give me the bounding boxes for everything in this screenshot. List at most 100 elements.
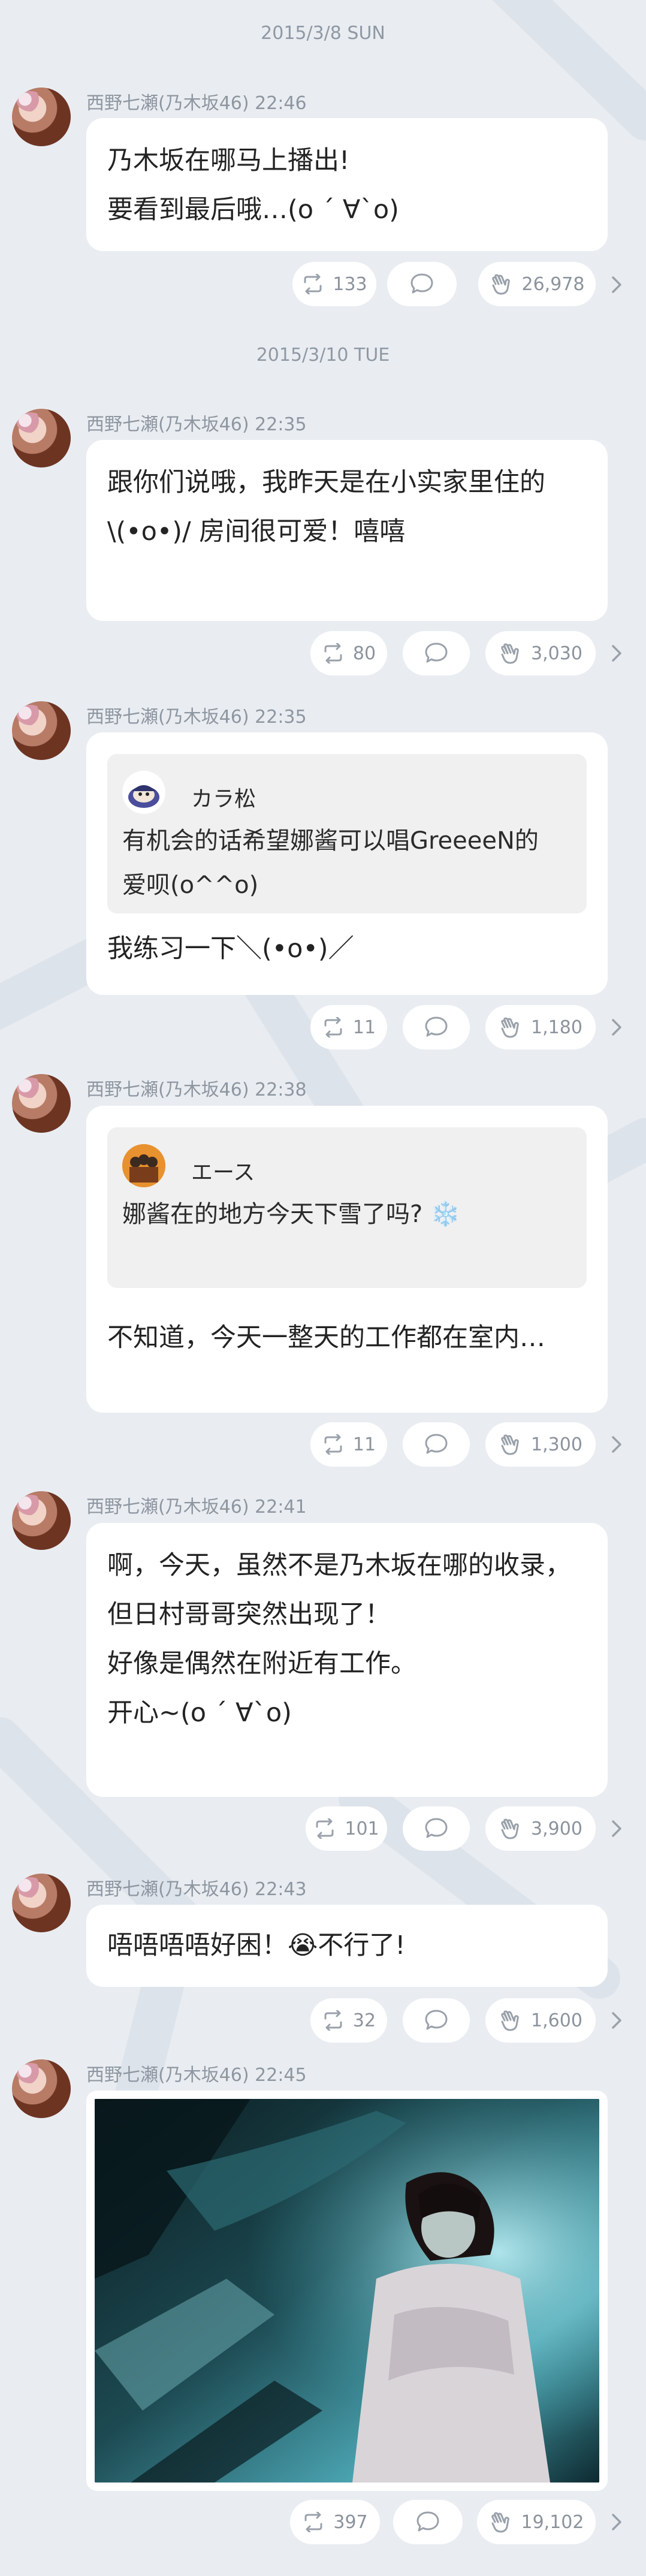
repost-count: 11	[352, 1016, 376, 1038]
avatar[interactable]	[12, 1074, 71, 1133]
repost-button[interactable]: 32	[310, 1998, 387, 2043]
message-line: 好像是偶然在附近有工作。	[107, 1649, 416, 1679]
author-line: 西野七瀬(乃木坂46) 22:41	[86, 1492, 307, 1518]
clap-icon	[501, 1434, 519, 1455]
like-button[interactable]: 1,600	[485, 1998, 596, 2043]
avatar[interactable]	[12, 2059, 71, 2118]
quoted-user-name: エース	[191, 1160, 255, 1185]
message-bubble[interactable]: 乃木坂在哪马上播出! 要看到最后哦…(o ´ ∀`o)	[86, 118, 608, 251]
author-line: 西野七瀬(乃木坂46) 22:38	[86, 1075, 307, 1101]
like-button[interactable]: 3,900	[485, 1806, 596, 1851]
quoted-user-avatar	[122, 771, 165, 814]
like-button[interactable]: 26,978	[478, 262, 596, 306]
message-line: 不知道，今天一整天的工作都在室内…	[107, 1323, 545, 1353]
quoted-line: 娜酱在的地方今天下雪了吗? ❄️	[122, 1200, 460, 1228]
author-line: 西野七瀬(乃木坂46) 22:43	[86, 1874, 307, 1901]
chevron-right-icon[interactable]	[609, 1817, 624, 1841]
author-line: 西野七瀬(乃木坂46) 22:45	[86, 2060, 307, 2086]
post-time: 22:43	[255, 1879, 307, 1900]
comment-button[interactable]	[403, 631, 470, 675]
post-time: 22:35	[255, 707, 307, 728]
message-bubble[interactable]: 啊，今天，虽然不是乃木坂在哪的收录， 但日村哥哥突然出现了！ 好像是偶然在附近有…	[86, 1523, 608, 1797]
repost-count: 133	[333, 273, 367, 295]
message-line: 啊，今天，虽然不是乃木坂在哪的收录，	[107, 1551, 571, 1580]
repost-icon	[304, 274, 322, 294]
author-line: 西野七瀬(乃木坂46) 22:35	[86, 702, 307, 728]
comment-icon	[425, 1434, 448, 1454]
repost-icon	[324, 1017, 342, 1037]
chevron-right-icon[interactable]	[609, 273, 624, 297]
author-name: 西野七瀬(乃木坂46)	[86, 707, 249, 728]
repost-count: 80	[352, 643, 376, 664]
like-button[interactable]: 3,030	[485, 631, 596, 675]
like-count: 1,600	[531, 2010, 582, 2031]
chevron-right-icon[interactable]	[609, 641, 624, 665]
like-button[interactable]: 1,180	[485, 1005, 596, 1049]
date-separator: 2015/3/10 TUE	[256, 345, 390, 366]
quoted-user-avatar	[122, 1144, 165, 1187]
avatar[interactable]	[12, 88, 71, 146]
clap-icon	[501, 1818, 519, 1839]
avatar[interactable]	[12, 1874, 71, 1932]
repost-icon	[324, 2010, 342, 2031]
post-time: 22:41	[255, 1497, 307, 1518]
comment-button[interactable]	[393, 2500, 463, 2544]
chevron-right-icon[interactable]	[609, 1015, 624, 1039]
message-line: 开心~(o ´ ∀`o)	[107, 1698, 292, 1728]
message-line: 但日村哥哥突然出现了！	[107, 1600, 391, 1630]
chevron-right-icon[interactable]	[609, 2510, 624, 2534]
chevron-right-icon[interactable]	[609, 1432, 624, 1456]
chevron-right-icon[interactable]	[609, 2008, 624, 2032]
message-bubble[interactable]: エース 娜酱在的地方今天下雪了吗? ❄️ 不知道，今天一整天的工作都在室内…	[86, 1106, 608, 1413]
avatar[interactable]	[12, 409, 71, 467]
comment-button[interactable]	[403, 1422, 470, 1467]
post-time: 22:35	[255, 414, 307, 435]
comment-icon	[425, 1818, 448, 1838]
quoted-message[interactable]: カラ松 有机会的话希望娜酱可以唱GreeeeN的 爱呗(o^^o)	[107, 754, 587, 913]
repost-icon	[304, 2512, 322, 2532]
photo-bubble[interactable]	[86, 2091, 608, 2491]
repost-count: 11	[352, 1434, 376, 1455]
like-button[interactable]: 19,102	[477, 2500, 596, 2544]
photo-image[interactable]	[95, 2099, 599, 2483]
clap-icon	[501, 643, 519, 664]
repost-button[interactable]: 101	[306, 1806, 387, 1851]
repost-button[interactable]: 133	[292, 262, 376, 306]
comment-icon	[410, 273, 433, 294]
comment-icon	[425, 2010, 448, 2030]
avatar[interactable]	[12, 701, 71, 760]
repost-button[interactable]: 11	[310, 1422, 387, 1467]
like-count: 26,978	[521, 273, 585, 295]
author-line: 西野七瀬(乃木坂46) 22:46	[86, 88, 307, 114]
message-bubble[interactable]: カラ松 有机会的话希望娜酱可以唱GreeeeN的 爱呗(o^^o) 我练习一下＼…	[86, 732, 608, 995]
comment-button[interactable]	[403, 1005, 470, 1049]
message-bubble[interactable]: 唔唔唔唔好困！😭不行了!	[86, 1905, 608, 1987]
comment-button[interactable]	[403, 1998, 470, 2043]
author-name: 西野七瀬(乃木坂46)	[86, 1879, 249, 1900]
comment-button[interactable]	[387, 262, 457, 306]
quoted-line: 有机会的话希望娜酱可以唱GreeeeN的	[122, 827, 539, 855]
message-line: 我练习一下＼(•o•)／	[107, 934, 354, 964]
repost-button[interactable]: 80	[310, 631, 387, 675]
clap-icon	[501, 1017, 519, 1038]
message-bubble[interactable]: 跟你们说哦，我昨天是在小实家里住的 \(•o•)/ 房间很可爱！嘻嘻	[86, 440, 608, 621]
repost-count: 32	[352, 2010, 376, 2031]
author-line: 西野七瀬(乃木坂46) 22:35	[86, 409, 307, 436]
repost-count: 101	[345, 1818, 379, 1839]
avatar[interactable]	[12, 1491, 71, 1550]
message-line: \(•o•)/ 房间很可爱！嘻嘻	[107, 517, 406, 547]
clap-icon	[491, 2512, 509, 2533]
repost-icon	[324, 643, 342, 663]
repost-icon	[316, 1818, 334, 1839]
date-separator: 2015/3/8 SUN	[261, 23, 385, 44]
like-count: 1,180	[531, 1016, 582, 1038]
quoted-message[interactable]: エース 娜酱在的地方今天下雪了吗? ❄️	[107, 1127, 587, 1288]
like-button[interactable]: 1,300	[485, 1422, 596, 1467]
comment-button[interactable]	[403, 1806, 470, 1851]
message-line: 唔唔唔唔好困！😭不行了!	[107, 1931, 406, 1960]
message-line: 要看到最后哦…(o ´ ∀`o)	[107, 195, 399, 225]
repost-button[interactable]: 397	[290, 2500, 380, 2544]
repost-button[interactable]: 11	[310, 1005, 387, 1049]
repost-icon	[324, 1434, 342, 1455]
author-name: 西野七瀬(乃木坂46)	[86, 1079, 249, 1100]
